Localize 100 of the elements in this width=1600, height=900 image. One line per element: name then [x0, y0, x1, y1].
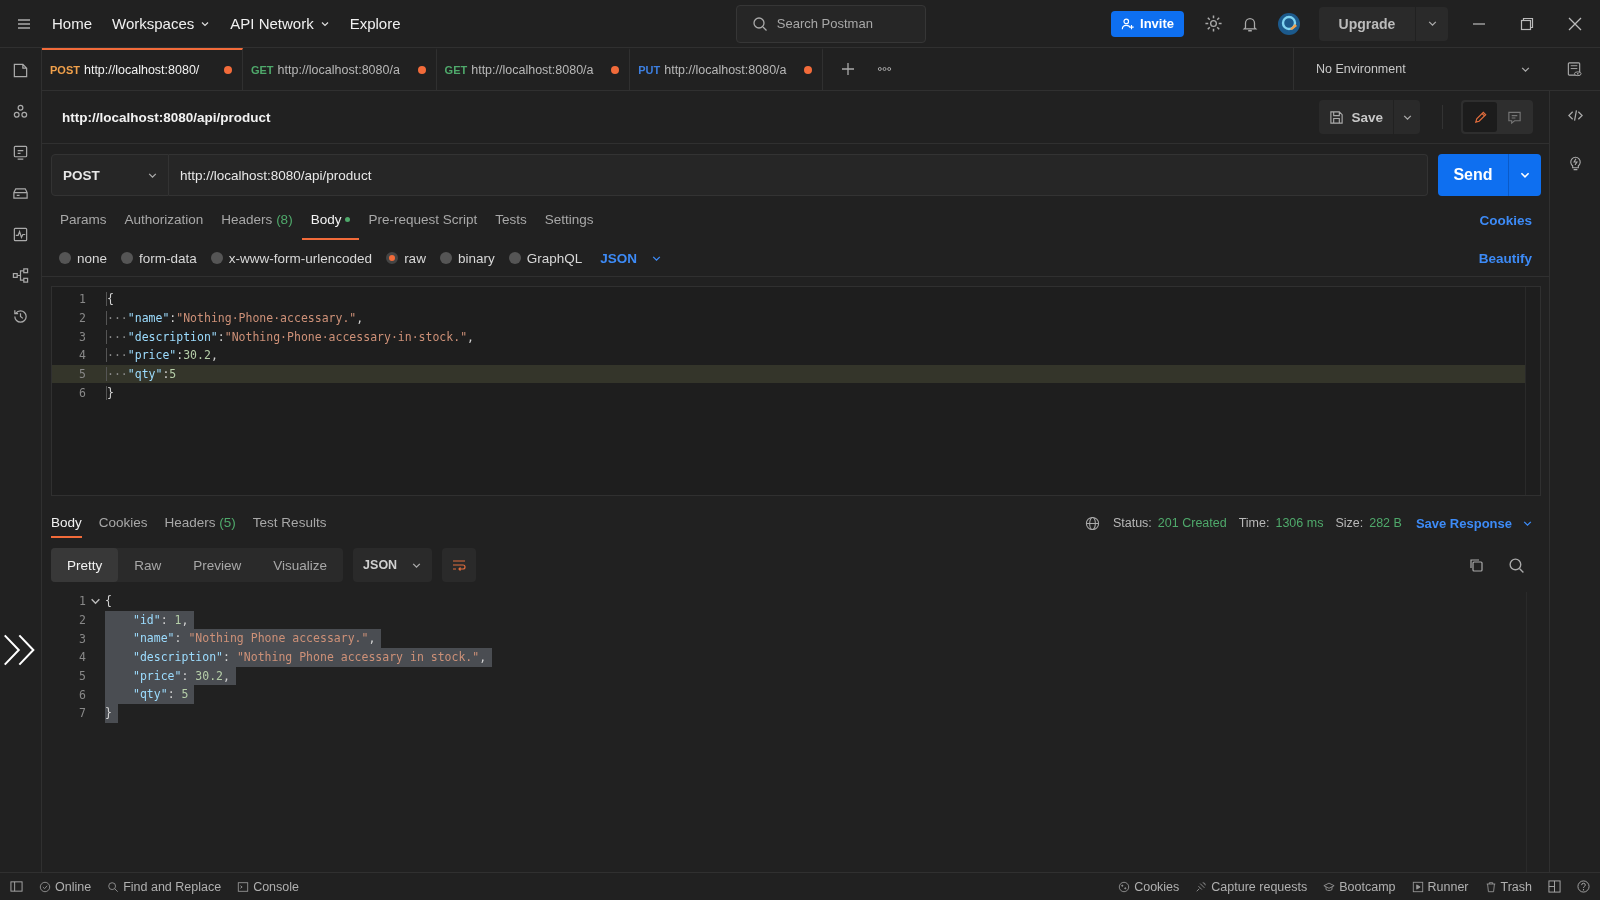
cookies-link[interactable]: Cookies: [1479, 200, 1532, 240]
format-dropdown[interactable]: JSON: [600, 250, 662, 266]
response-format-dropdown[interactable]: JSON: [353, 548, 433, 582]
size-value[interactable]: 282 B: [1369, 516, 1402, 530]
layout-icon[interactable]: [1548, 880, 1561, 893]
search-icon: [751, 15, 768, 32]
trash-icon: [1484, 880, 1497, 893]
nodes-icon[interactable]: [12, 103, 29, 120]
request-tab[interactable]: PUT http://localhost:8080/a: [630, 48, 824, 90]
tab-url: http://localhost:8080/: [83, 63, 201, 77]
nav-menu-item[interactable]: Workspaces: [112, 15, 211, 32]
flow-icon[interactable]: [12, 267, 29, 284]
upgrade-button[interactable]: Upgrade: [1319, 6, 1415, 41]
save-button[interactable]: Save: [1319, 100, 1393, 134]
response-tab[interactable]: Test Results: [252, 508, 327, 538]
code-icon[interactable]: [1566, 107, 1584, 124]
request-option-tab[interactable]: Tests: [486, 200, 536, 240]
add-person-icon: [1121, 16, 1136, 31]
response-tab[interactable]: Cookies: [98, 508, 148, 538]
nav-menu-item[interactable]: Home: [52, 15, 92, 32]
view-mode-tab[interactable]: Pretty: [51, 548, 119, 582]
search-icon: [107, 880, 120, 893]
wrap-lines-icon: [451, 557, 468, 573]
close-icon[interactable]: [1568, 16, 1582, 31]
cookie-icon: [1118, 880, 1131, 893]
history-icon[interactable]: [12, 308, 29, 325]
nav-menu-item[interactable]: API Network: [230, 15, 330, 32]
code-editor[interactable]: 1 { 2 ···"name":"Nothing·Phone·accessary.", 3 ···"description":"Nothing·Phone·accessary·in·stock.", 4 ···"price":30.2, 5 ···"qty":5 6 }: [51, 286, 1541, 496]
status-bar-item[interactable]: Online: [39, 879, 92, 894]
line-number: 1: [78, 594, 86, 609]
body-type-radio[interactable]: none: [59, 250, 108, 266]
line-number: 4: [78, 650, 86, 665]
tab-url: http://localhost:8080/a: [664, 63, 788, 77]
view-mode-tab[interactable]: Raw: [118, 548, 178, 582]
request-tab[interactable]: POST http://localhost:8080/: [42, 48, 243, 90]
status-bar-item[interactable]: Bootcamp: [1323, 879, 1396, 894]
view-mode-tab[interactable]: Preview: [177, 548, 258, 582]
request-option-tab[interactable]: Params: [51, 200, 116, 240]
request-option-tab[interactable]: Settings: [535, 200, 603, 240]
nav-menu-item[interactable]: Explore: [349, 15, 401, 32]
code-line: ···"name":"Nothing·Phone·accessary.",: [106, 311, 364, 326]
response-tab[interactable]: Headers (5): [164, 508, 236, 538]
copy-icon[interactable]: [1468, 556, 1484, 573]
comment-icon: [1506, 109, 1522, 125]
help-icon[interactable]: [1577, 880, 1590, 893]
search-field[interactable]: Search Postman: [735, 4, 926, 43]
globe-icon[interactable]: [1084, 515, 1100, 531]
check-circle-icon: [39, 880, 51, 893]
url-field[interactable]: http://localhost:8080/api/product: [169, 154, 1428, 196]
search-icon[interactable]: [1508, 556, 1525, 574]
view-mode-tab[interactable]: Visualize: [257, 548, 344, 582]
body-type-radio[interactable]: x-www-form-urlencoded: [210, 250, 373, 266]
status-bar-item[interactable]: Trash: [1484, 879, 1532, 894]
line-number: 3: [78, 631, 86, 646]
satellite-icon: [1195, 880, 1208, 893]
status-bar-item[interactable]: Find and Replace: [107, 879, 222, 894]
beautify-link[interactable]: Beautify: [1478, 250, 1532, 266]
status-bar-item[interactable]: Console: [237, 879, 299, 894]
body-type-radio[interactable]: GraphQL: [508, 250, 583, 266]
status-bar-item[interactable]: Runner: [1411, 879, 1469, 894]
status-value[interactable]: 201 Created: [1157, 516, 1227, 530]
pulse-icon[interactable]: [12, 226, 29, 243]
graduation-cap-icon: [1323, 880, 1336, 893]
more-icon[interactable]: [877, 66, 893, 72]
time-value[interactable]: 1306 ms: [1275, 516, 1324, 530]
avatar-icon[interactable]: [1277, 11, 1301, 36]
environment-eye-icon[interactable]: [1566, 60, 1583, 78]
document-icon[interactable]: [12, 62, 29, 79]
line-number: 5: [78, 367, 86, 382]
line-number: 7: [78, 706, 86, 721]
request-option-tab[interactable]: Pre-request Script: [359, 200, 487, 240]
terminal-icon: [237, 880, 250, 893]
environment-dropdown[interactable]: No Environment: [1293, 48, 1549, 90]
drive-icon[interactable]: [12, 185, 29, 202]
request-tab[interactable]: GET http://localhost:8080/a: [242, 48, 437, 90]
request-option-tab[interactable]: Body: [301, 200, 360, 240]
body-type-radio[interactable]: binary: [439, 250, 495, 266]
restore-icon[interactable]: [1520, 16, 1534, 31]
save-response-dropdown[interactable]: Save Response: [1415, 515, 1533, 531]
edit-mode-button[interactable]: [1463, 102, 1497, 132]
monitor-icon[interactable]: [12, 144, 29, 161]
body-type-radio[interactable]: raw: [386, 250, 426, 266]
pencil-icon: [1472, 109, 1488, 125]
line-number: 5: [78, 669, 86, 684]
invite-button[interactable]: Invite: [1111, 10, 1184, 37]
request-option-tab[interactable]: Authorization: [115, 200, 213, 240]
settings-icon[interactable]: [1204, 14, 1223, 33]
plus-icon[interactable]: [841, 62, 856, 76]
response-tab[interactable]: Body: [51, 508, 82, 538]
status-bar-item[interactable]: Capture requests: [1195, 879, 1308, 894]
request-tab[interactable]: GET http://localhost:8080/a: [436, 48, 631, 90]
line-number: 3: [78, 329, 86, 344]
status-bar-item[interactable]: Cookies: [1118, 879, 1180, 894]
sidebar-toggle-icon[interactable]: [10, 880, 23, 893]
method-dropdown[interactable]: POST: [51, 154, 169, 196]
line-number: 4: [78, 348, 86, 363]
tab-url: http://localhost:8080/a: [277, 63, 401, 77]
request-option-tab[interactable]: Headers (8): [212, 200, 302, 240]
body-type-radio[interactable]: form-data: [121, 250, 197, 266]
send-button[interactable]: Send: [1438, 154, 1508, 196]
